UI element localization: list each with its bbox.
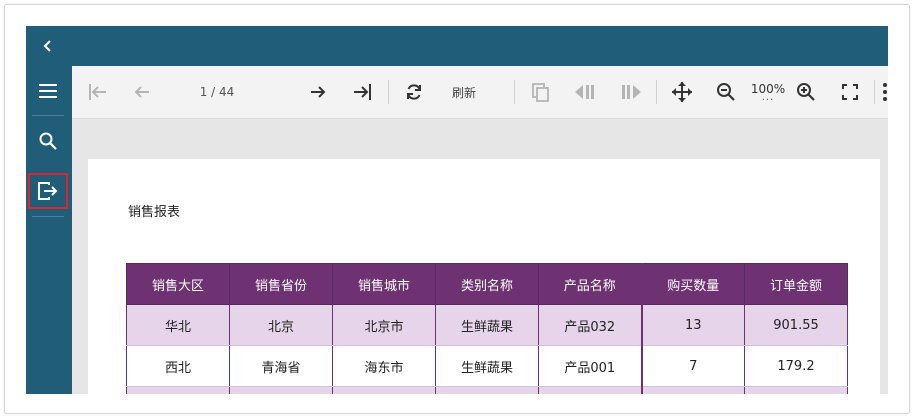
previous-page-icon [134, 86, 149, 98]
table-cell: 生鲜蔬果 [435, 345, 539, 387]
table-cell: 901.55 [744, 304, 848, 346]
chevron-left-icon [43, 40, 51, 52]
next-section-button[interactable] [616, 78, 646, 106]
table-cell [126, 386, 230, 394]
column-header: 产品名称 [538, 263, 642, 305]
sidebar-divider [32, 115, 64, 116]
refresh-icon [407, 84, 421, 100]
toolbar: 1 / 44 刷新 100% ... [72, 66, 888, 119]
table-cell: 北京 [229, 304, 333, 346]
export-button[interactable] [28, 173, 68, 209]
fullscreen-button[interactable] [836, 78, 864, 106]
table-row: 华北 北京 北京市 生鲜蔬果 产品032 13 901.55 [126, 304, 848, 346]
column-header: 销售大区 [126, 263, 230, 305]
export-icon [38, 182, 58, 200]
table-cell: 生鲜蔬果 [435, 304, 539, 346]
table-cell: 产品001 [538, 345, 642, 387]
column-header: 类别名称 [435, 263, 539, 305]
menu-button[interactable] [29, 74, 67, 108]
column-header: 订单金额 [744, 263, 848, 305]
more-vertical-icon [883, 83, 887, 101]
refresh-label[interactable]: 刷新 [444, 78, 484, 106]
fullscreen-icon [842, 84, 858, 100]
toolbar-divider [388, 80, 389, 104]
previous-section-button[interactable] [570, 78, 600, 106]
search-button[interactable] [29, 124, 67, 158]
column-header: 销售省份 [229, 263, 333, 305]
table-cell [229, 386, 333, 394]
sidebar [26, 66, 72, 394]
sidebar-divider [32, 216, 64, 217]
next-page-icon [311, 86, 326, 98]
table-cell: 青海省 [229, 345, 333, 387]
table-row: 西北 青海省 海东市 生鲜蔬果 产品001 7 179.2 [126, 345, 848, 387]
table-cell: 华北 [126, 304, 230, 346]
toolbar-divider [514, 80, 515, 104]
pan-button[interactable] [668, 78, 696, 106]
table-cell [538, 386, 642, 394]
table-cell: 北京市 [332, 304, 436, 346]
table-cell: 7 [640, 345, 745, 387]
top-bar [26, 26, 888, 66]
refresh-button[interactable] [400, 78, 428, 106]
last-page-icon [354, 84, 371, 100]
table-cell [640, 386, 745, 394]
table-cell: 13 [640, 304, 745, 346]
last-page-button[interactable] [348, 78, 376, 106]
toolbar-divider [874, 80, 875, 104]
table-cell [435, 386, 539, 394]
sales-table: 销售大区 销售省份 销售城市 类别名称 产品名称 购买数量 订单金额 华北 北京… [126, 263, 848, 394]
zoom-out-icon [717, 83, 735, 101]
more-button[interactable] [878, 78, 888, 106]
table-cell: 海东市 [332, 345, 436, 387]
zoom-options-indicator: ... [761, 92, 775, 103]
zoom-level-button[interactable]: 100% ... [748, 78, 788, 106]
back-button[interactable] [36, 32, 60, 60]
report-title: 销售报表 [128, 205, 181, 220]
previous-page-button[interactable] [128, 78, 156, 106]
next-section-icon [622, 85, 641, 99]
report-viewer-area[interactable]: 销售报表 销售大区 销售省份 销售城市 类别名称 产品名称 购买数量 订单金额 [72, 119, 888, 394]
report-page: 销售报表 销售大区 销售省份 销售城市 类别名称 产品名称 购买数量 订单金额 [88, 159, 880, 394]
column-header: 销售城市 [332, 263, 436, 305]
first-page-button[interactable] [84, 78, 112, 106]
previous-section-icon [575, 85, 594, 99]
table-cell [332, 386, 436, 394]
table-cell: 179.2 [744, 345, 848, 387]
first-page-icon [89, 84, 106, 100]
copy-button[interactable] [526, 78, 554, 106]
table-cell: 西北 [126, 345, 230, 387]
page-indicator: 1 / 44 [199, 85, 235, 99]
table-header-row: 销售大区 销售省份 销售城市 类别名称 产品名称 购买数量 订单金额 [126, 263, 848, 305]
zoom-in-button[interactable] [792, 78, 820, 106]
table-cell: 产品032 [538, 304, 642, 346]
next-page-button[interactable] [304, 78, 332, 106]
pan-move-icon [672, 82, 692, 102]
report-viewer-app: 1 / 44 刷新 100% ... 销售报表 销售大区 销售省份 销售城市 类… [26, 26, 888, 394]
search-icon [39, 132, 57, 150]
zoom-out-button[interactable] [712, 78, 740, 106]
zoom-in-icon [797, 83, 815, 101]
copy-icon [532, 83, 549, 102]
table-cell [744, 386, 848, 394]
column-header: 购买数量 [640, 263, 745, 305]
table-row [126, 386, 848, 394]
hamburger-menu-icon [39, 84, 57, 98]
toolbar-divider [656, 80, 657, 104]
